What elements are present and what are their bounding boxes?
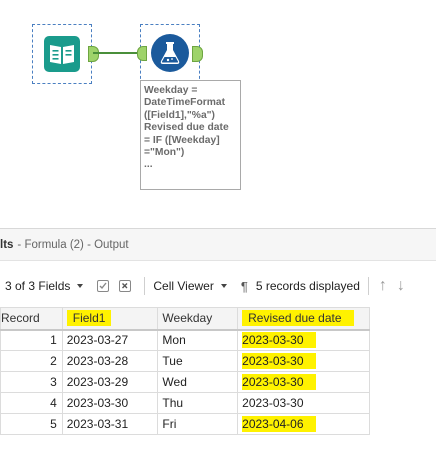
formula-tool[interactable]: [137, 24, 203, 84]
cell-revised-due-date[interactable]: 2023-03-30: [237, 329, 370, 351]
cell-field1[interactable]: 2023-03-27: [61, 329, 159, 351]
cell-record[interactable]: 4: [0, 392, 63, 414]
output-anchor[interactable]: [88, 46, 99, 62]
cell-revised-due-date[interactable]: 2023-03-30: [237, 350, 370, 372]
cell-record[interactable]: 2: [0, 350, 63, 372]
cell-revised-due-date[interactable]: 2023-03-30: [237, 371, 370, 393]
results-table: Record Field1 Weekday Revised due date 1…: [0, 307, 370, 435]
cell-weekday[interactable]: Wed: [157, 371, 239, 393]
chevron-down-icon: [77, 284, 84, 288]
chevron-down-icon: [220, 284, 227, 288]
workflow-canvas[interactable]: Weekday = DateTimeFormat ([Field1],"%a")…: [0, 0, 436, 228]
output-anchor[interactable]: [192, 46, 203, 62]
cell-revised-due-date[interactable]: 2023-03-30: [237, 392, 370, 414]
tool-annotation: Weekday = DateTimeFormat ([Field1],"%a")…: [140, 80, 241, 190]
table-row[interactable]: 2 2023-03-28 Tue 2023-03-30: [0, 350, 370, 372]
results-toolbar: 3 of 3 Fields Cell Viewer ¶ 5 records di…: [0, 272, 436, 300]
cell-revised-due-date-value: 2023-03-30: [242, 374, 316, 390]
cell-revised-due-date-value: 2023-04-06: [242, 416, 316, 432]
cell-weekday[interactable]: Mon: [157, 329, 239, 351]
cell-record[interactable]: 1: [0, 329, 63, 351]
cell-field1[interactable]: 2023-03-31: [61, 413, 159, 435]
input-data-tool[interactable]: [32, 24, 99, 84]
column-header-record[interactable]: Record: [0, 307, 63, 331]
column-header-field1[interactable]: Field1: [61, 307, 159, 331]
cell-field1[interactable]: 2023-03-28: [61, 350, 159, 372]
toolbar-divider: [367, 277, 369, 295]
cell-weekday[interactable]: Tue: [157, 350, 239, 372]
pilcrow-icon[interactable]: ¶: [241, 279, 248, 294]
cell-field1[interactable]: 2023-03-30: [61, 392, 159, 414]
column-header-revised-due-date-label: Revised due date: [242, 310, 354, 327]
close-box-icon[interactable]: [119, 280, 132, 292]
results-title-source: - Formula (2) - Output: [17, 238, 129, 251]
column-header-revised-due-date[interactable]: Revised due date: [237, 307, 370, 331]
toolbar-divider: [144, 277, 146, 295]
connection-line[interactable]: [93, 52, 139, 54]
checkbox-icon[interactable]: [97, 280, 110, 292]
column-header-weekday[interactable]: Weekday: [157, 307, 239, 331]
results-window: lts - Formula (2) - Output 3 of 3 Fields…: [0, 228, 436, 455]
cell-revised-due-date-value: 2023-03-30: [242, 353, 316, 369]
cell-record[interactable]: 3: [0, 371, 63, 393]
fields-selector[interactable]: 3 of 3 Fields: [5, 279, 84, 293]
results-title-bar: lts - Formula (2) - Output: [0, 228, 436, 261]
results-title-label: lts: [0, 238, 14, 251]
column-header-field1-label: Field1: [66, 310, 112, 327]
flask-icon: [151, 34, 189, 72]
fields-selector-label: 3 of 3 Fields: [5, 279, 71, 293]
cell-revised-due-date[interactable]: 2023-04-06: [237, 413, 370, 435]
table-row[interactable]: 3 2023-03-29 Wed 2023-03-30: [0, 371, 370, 393]
arrow-down-icon[interactable]: ↓: [397, 277, 405, 295]
arrow-up-icon[interactable]: ↑: [379, 277, 387, 295]
cell-field1[interactable]: 2023-03-29: [61, 371, 159, 393]
cell-viewer-label: Cell Viewer: [153, 279, 214, 293]
table-row[interactable]: 4 2023-03-30 Thu 2023-03-30: [0, 392, 370, 414]
book-icon: [44, 36, 80, 72]
input-anchor[interactable]: [137, 46, 147, 61]
cell-weekday[interactable]: Thu: [157, 392, 239, 414]
record-count: 5 records displayed: [255, 279, 360, 293]
cell-record[interactable]: 5: [0, 413, 63, 435]
table-row[interactable]: 1 2023-03-27 Mon 2023-03-30: [0, 329, 370, 351]
cell-viewer-selector[interactable]: Cell Viewer: [153, 279, 227, 293]
table-header-row: Record Field1 Weekday Revised due date: [0, 307, 370, 331]
cell-revised-due-date-value: 2023-03-30: [242, 332, 316, 349]
table-row[interactable]: 5 2023-03-31 Fri 2023-04-06: [0, 413, 370, 435]
cell-weekday[interactable]: Fri: [157, 413, 239, 435]
